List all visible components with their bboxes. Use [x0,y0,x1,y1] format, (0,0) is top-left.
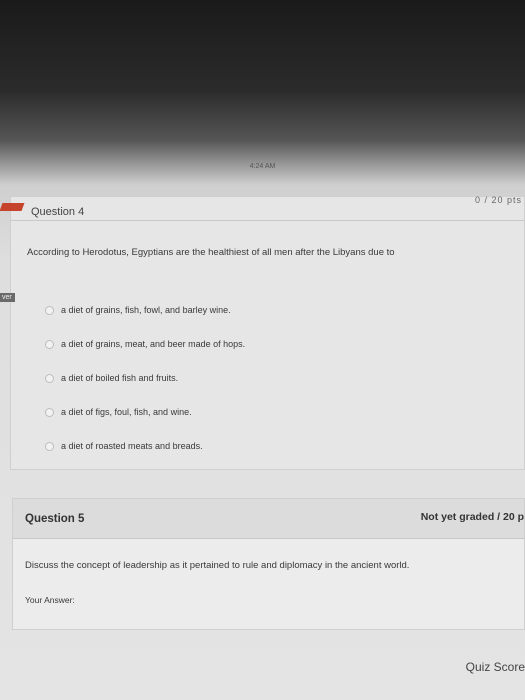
radio-icon[interactable] [45,373,54,383]
status-time: 4:24 AM [249,163,276,170]
radio-icon[interactable] [45,339,54,349]
option-4[interactable]: a diet of figs, foul, fish, and wine. [45,395,245,429]
option-1[interactable]: a diet of grains, fish, fowl, and barley… [45,293,245,327]
question-5-header: Question 5 Not yet graded / 20 p [13,499,524,539]
option-5[interactable]: a diet of roasted meats and breads. [45,429,245,463]
question-5-grade: Not yet graded / 20 p [420,511,524,523]
option-label: a diet of figs, foul, fish, and wine. [61,407,192,417]
option-label: a diet of roasted meats and breads. [61,441,203,451]
answer-tag: ver [0,293,15,302]
radio-icon[interactable] [45,305,54,315]
your-answer-label: Your Answer: [25,595,75,605]
question-4-header: Question 4 0 / 20 pts [0,195,524,221]
option-label: a diet of grains, meat, and beer made of… [61,339,246,349]
option-label: a diet of boiled fish and fruits. [61,373,179,383]
question-5-text: Discuss the concept of leadership as it … [25,560,410,571]
question-5-card: Question 5 Not yet graded / 20 p Discuss… [12,498,525,630]
question-4-points: 0 / 20 pts [474,195,522,205]
question-4-card: Question 4 0 / 20 pts According to Herod… [0,195,525,470]
question-4-options: a diet of grains, fish, fowl, and barley… [45,293,245,463]
question-4-title: Question 4 [31,206,85,218]
quiz-score-label: Quiz Score [465,660,525,674]
radio-icon[interactable] [45,441,54,451]
incorrect-flag-icon [0,203,25,211]
radio-icon[interactable] [45,407,54,417]
option-label: a diet of grains, fish, fowl, and barley… [61,305,231,315]
option-2[interactable]: a diet of grains, meat, and beer made of… [45,327,245,361]
question-4-text: According to Herodotus, Egyptians are th… [27,247,395,258]
question-5-title: Question 5 [25,513,85,525]
option-3[interactable]: a diet of boiled fish and fruits. [45,361,245,395]
